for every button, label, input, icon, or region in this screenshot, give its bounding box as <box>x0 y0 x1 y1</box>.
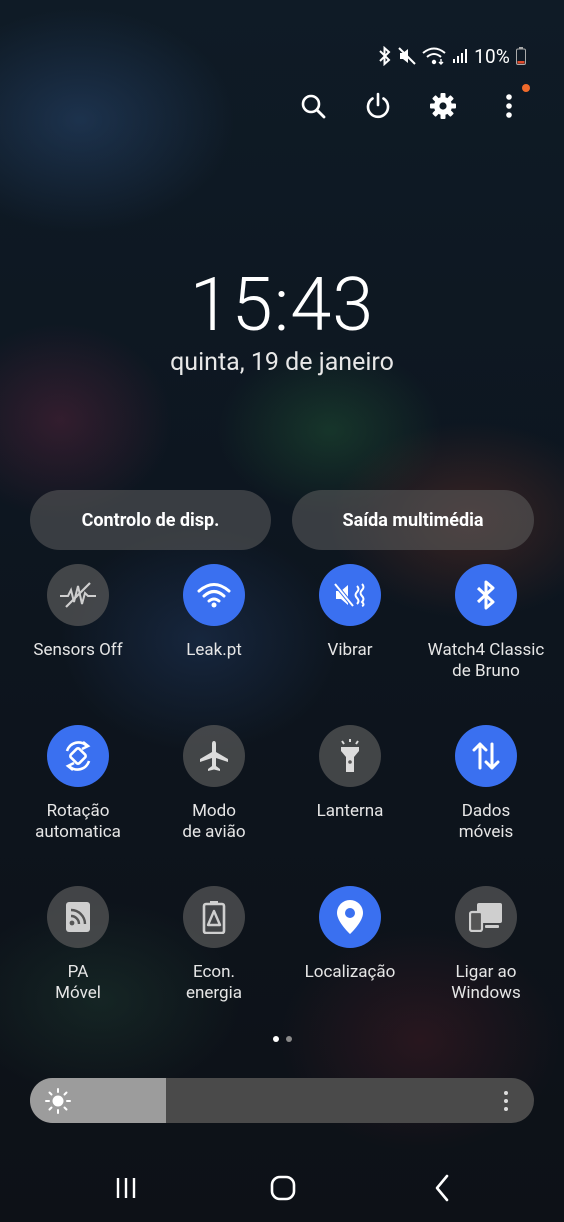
tile-power-saving[interactable]: Econ. energia <box>146 886 282 1004</box>
tile-label: Vibrar <box>327 640 373 660</box>
location-icon <box>337 900 363 934</box>
brightness-slider[interactable] <box>30 1078 534 1123</box>
media-output-button[interactable]: Saída multimédia <box>292 490 534 550</box>
link-windows-icon <box>469 903 502 932</box>
tile-button[interactable] <box>455 564 517 626</box>
tile-button[interactable] <box>319 886 381 948</box>
more-vertical-icon[interactable] <box>496 1090 516 1112</box>
tile-label: Ligar ao Windows <box>451 962 521 1003</box>
tile-label: PA Móvel <box>55 962 101 1003</box>
page-indicator <box>0 1036 564 1042</box>
bluetooth-icon <box>476 580 495 610</box>
gear-icon[interactable] <box>423 86 463 126</box>
quick-panel-actions <box>0 86 564 126</box>
tile-label: Rotação automatica <box>35 801 121 842</box>
tile-wifi[interactable]: Leak.pt <box>146 564 282 661</box>
tile-label: Econ. energia <box>186 962 242 1003</box>
wifi-icon <box>197 583 231 608</box>
mute-icon <box>398 47 416 65</box>
battery-percentage: 10% <box>474 44 510 68</box>
tile-label: Localização <box>304 962 396 982</box>
clock-time: 15:43 <box>189 262 375 349</box>
hotspot-icon <box>66 902 90 932</box>
page-dot-active <box>272 1036 279 1042</box>
tile-button[interactable] <box>183 725 245 787</box>
tile-button[interactable] <box>47 725 109 787</box>
search-icon[interactable] <box>293 86 333 126</box>
tile-label: Modo de avião <box>182 801 246 842</box>
back-icon[interactable] <box>422 1168 462 1208</box>
tile-sensors-off[interactable]: Sensors Off <box>10 564 146 661</box>
auto-rotate-icon <box>65 740 91 772</box>
status-bar: 10% <box>378 44 526 68</box>
tile-airplane-mode[interactable]: Modo de avião <box>146 725 282 843</box>
tile-label: Lanterna <box>316 801 384 821</box>
sensors-off-icon <box>60 582 96 608</box>
home-icon[interactable] <box>263 1168 303 1208</box>
tile-button[interactable] <box>455 725 517 787</box>
battery-icon <box>516 47 526 65</box>
wifi-icon <box>422 47 446 65</box>
tile-button[interactable] <box>183 886 245 948</box>
tile-vibrate[interactable]: Vibrar <box>282 564 418 661</box>
tile-label: Watch4 Classic de Bruno <box>427 640 545 681</box>
more-vertical-icon[interactable] <box>489 86 529 126</box>
device-control-button[interactable]: Controlo de disp. <box>30 490 271 550</box>
tile-mobile-data[interactable]: Dados móveis <box>418 725 554 843</box>
clock-date: quinta, 19 de janeiro <box>170 348 394 377</box>
tile-location[interactable]: Localização <box>282 886 418 983</box>
tile-button[interactable] <box>319 564 381 626</box>
signal-icon <box>453 49 468 63</box>
power-saving-icon <box>202 901 226 934</box>
tile-bluetooth[interactable]: Watch4 Classic de Bruno <box>418 564 554 682</box>
tile-button[interactable] <box>47 886 109 948</box>
tile-label: Sensors Off <box>33 640 123 660</box>
power-icon[interactable] <box>358 86 398 126</box>
recents-icon[interactable] <box>106 1168 146 1208</box>
bluetooth-icon <box>379 46 391 66</box>
tile-hotspot[interactable]: PA Móvel <box>10 886 146 1004</box>
flashlight-icon <box>341 739 359 772</box>
tile-label: Dados móveis <box>458 801 514 842</box>
tile-button[interactable] <box>455 886 517 948</box>
page-dot <box>285 1036 292 1042</box>
tile-link-to-windows[interactable]: Ligar ao Windows <box>418 886 554 1004</box>
tile-button[interactable] <box>319 725 381 787</box>
mobile-data-icon <box>472 742 500 770</box>
vibrate-icon <box>333 582 365 608</box>
brightness-icon <box>45 1088 71 1114</box>
tile-button[interactable] <box>183 564 245 626</box>
tile-auto-rotate[interactable]: Rotação automatica <box>10 725 146 843</box>
tile-flashlight[interactable]: Lanterna <box>282 725 418 822</box>
tile-button[interactable] <box>47 564 109 626</box>
navigation-bar <box>0 1168 564 1208</box>
airplane-icon <box>200 741 228 771</box>
tile-label: Leak.pt <box>186 640 242 660</box>
